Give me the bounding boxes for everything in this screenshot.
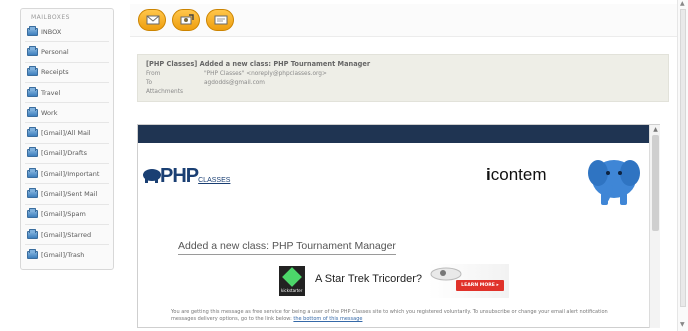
folder-gmail-starred[interactable]: [Gmail]/Starred xyxy=(25,225,109,246)
folder-icon xyxy=(27,147,38,158)
folder-gmail-drafts[interactable]: [Gmail]/Drafts xyxy=(25,144,109,165)
folder-label: Personal xyxy=(41,47,69,56)
ad-text: A Star Trek Tricorder? xyxy=(315,273,422,285)
to-value[interactable]: agdodds@gmail.com xyxy=(204,80,265,86)
page-scroll-down-icon[interactable]: ▼ xyxy=(680,321,685,328)
folder-icon xyxy=(27,127,38,138)
mailbox-sidebar: MAILBOXES INBOX Personal Receipts Travel… xyxy=(20,8,114,270)
envelope-attach-icon xyxy=(180,14,194,25)
from-value[interactable]: "PHP Classes" <noreply@phpclasses.org> xyxy=(204,71,327,77)
kickstarter-mark-icon xyxy=(282,267,302,287)
folder-icon xyxy=(27,228,38,239)
folder-label: [Gmail]/Starred xyxy=(41,230,92,239)
learn-more-button[interactable]: LEARN MORE ▸ xyxy=(456,280,504,291)
folder-gmail-sent-mail[interactable]: [Gmail]/Sent Mail xyxy=(25,184,109,205)
folder-label: [Gmail]/Trash xyxy=(41,251,85,260)
folder-personal[interactable]: Personal xyxy=(25,42,109,63)
forward-button[interactable] xyxy=(172,9,200,31)
php-elephant-icon xyxy=(143,169,161,183)
message-toolbar xyxy=(130,4,680,37)
attachments-row: Attachments xyxy=(146,89,204,95)
folder-label: [Gmail]/Drafts xyxy=(41,149,87,158)
page-scroll-up-icon[interactable]: ▲ xyxy=(680,0,685,7)
message-subject: [PHP Classes] Added a new class: PHP Tou… xyxy=(146,60,371,68)
elephant-mascot-icon xyxy=(588,160,640,205)
envelope-icon xyxy=(146,15,160,25)
folder-label: [Gmail]/Sent Mail xyxy=(41,190,98,199)
folder-label: Work xyxy=(41,108,58,117)
to-label: To xyxy=(146,80,153,86)
envelope-open-icon xyxy=(214,15,228,25)
kickstarter-logo: kickstarter xyxy=(279,266,305,296)
sidebar-title: MAILBOXES xyxy=(31,14,70,21)
php-logo-text: PHP xyxy=(160,165,199,187)
page-scrollbar[interactable]: ▲ ▼ xyxy=(677,0,688,331)
kickstarter-brand: kickstarter xyxy=(281,288,303,293)
message-header: [PHP Classes] Added a new class: PHP Tou… xyxy=(137,54,669,102)
page-scrollbar-thumb[interactable] xyxy=(680,9,686,307)
folder-icon xyxy=(27,167,38,178)
folder-gmail-all-mail[interactable]: [Gmail]/All Mail xyxy=(25,123,109,144)
from-label: From xyxy=(146,71,161,77)
folder-icon xyxy=(27,66,38,77)
folder-icon xyxy=(27,106,38,117)
folder-label: [Gmail]/Important xyxy=(41,169,100,178)
email-footer-text: You are getting this message as free ser… xyxy=(171,309,626,323)
folder-icon xyxy=(27,45,38,56)
folder-icon xyxy=(27,188,38,199)
folder-label: Receipts xyxy=(41,68,69,77)
body-scrollbar-thumb[interactable] xyxy=(652,135,659,231)
folder-travel[interactable]: Travel xyxy=(25,83,109,104)
reply-button[interactable] xyxy=(138,9,166,31)
to-row: To agdodds@gmail.com xyxy=(146,80,265,86)
footer-link[interactable]: the bottom of this message xyxy=(293,316,362,322)
folder-gmail-important[interactable]: [Gmail]/Important xyxy=(25,164,109,185)
folder-gmail-trash[interactable]: [Gmail]/Trash xyxy=(25,245,109,265)
email-top-bar xyxy=(138,125,649,143)
folder-work[interactable]: Work xyxy=(25,103,109,124)
folder-receipts[interactable]: Receipts xyxy=(25,63,109,83)
attachments-label: Attachments xyxy=(146,89,184,95)
folder-label: [Gmail]/All Mail xyxy=(41,129,91,138)
icontem-rest: contem xyxy=(490,165,547,184)
folder-icon xyxy=(27,208,38,219)
folder-label: [Gmail]/Spam xyxy=(41,210,86,219)
print-button[interactable] xyxy=(206,9,234,31)
php-logo-sub: CLASSES xyxy=(198,177,231,184)
folder-icon xyxy=(27,25,38,36)
folder-label: Travel xyxy=(41,88,61,97)
advertisement[interactable]: kickstarter A Star Trek Tricorder? LEARN… xyxy=(279,264,509,298)
folder-icon xyxy=(27,86,38,97)
folder-label: INBOX xyxy=(41,27,62,36)
folder-gmail-spam[interactable]: [Gmail]/Spam xyxy=(25,205,109,225)
footer-text: You are getting this message as free ser… xyxy=(171,309,608,322)
icontem-logo[interactable]: icontem xyxy=(486,165,546,185)
body-scrollbar[interactable]: ▲ xyxy=(649,125,660,328)
folder-inbox[interactable]: INBOX xyxy=(25,22,109,43)
from-row: From "PHP Classes" <noreply@phpclasses.or… xyxy=(146,71,327,77)
folder-icon xyxy=(27,249,38,260)
email-headline: Added a new class: PHP Tournament Manage… xyxy=(178,240,396,255)
phpclasses-logo[interactable]: PHPCLASSES xyxy=(160,165,230,188)
message-body-frame: PHPCLASSES icontem Added a new class: PH… xyxy=(137,124,660,328)
scroll-up-arrow-icon[interactable]: ▲ xyxy=(652,126,659,133)
